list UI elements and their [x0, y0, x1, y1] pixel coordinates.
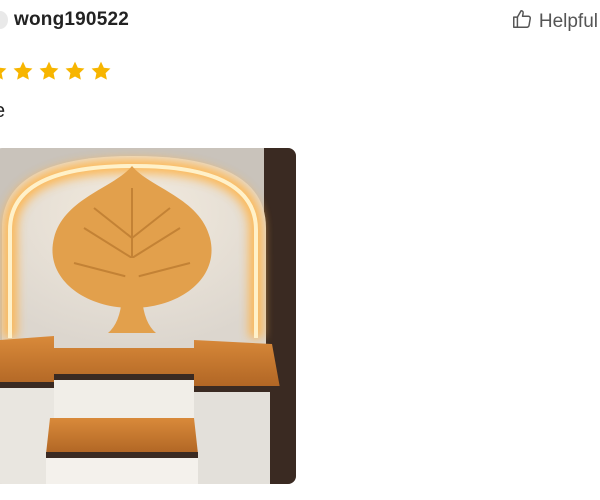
star-icon: [65, 61, 85, 80]
star-icon: [0, 67, 7, 80]
star-icon: [13, 61, 33, 80]
star-icon: [91, 61, 111, 80]
thumbs-up-icon: [511, 8, 533, 36]
star-icon: [39, 61, 59, 80]
reviewer-username[interactable]: wong190522: [14, 9, 129, 31]
review-photo[interactable]: [0, 148, 296, 484]
helpful-button[interactable]: Helpful: [511, 8, 598, 36]
avatar[interactable]: [0, 11, 8, 29]
rating-stars: [0, 60, 112, 82]
review-text: e: [0, 100, 5, 123]
helpful-label: Helpful: [538, 11, 598, 32]
